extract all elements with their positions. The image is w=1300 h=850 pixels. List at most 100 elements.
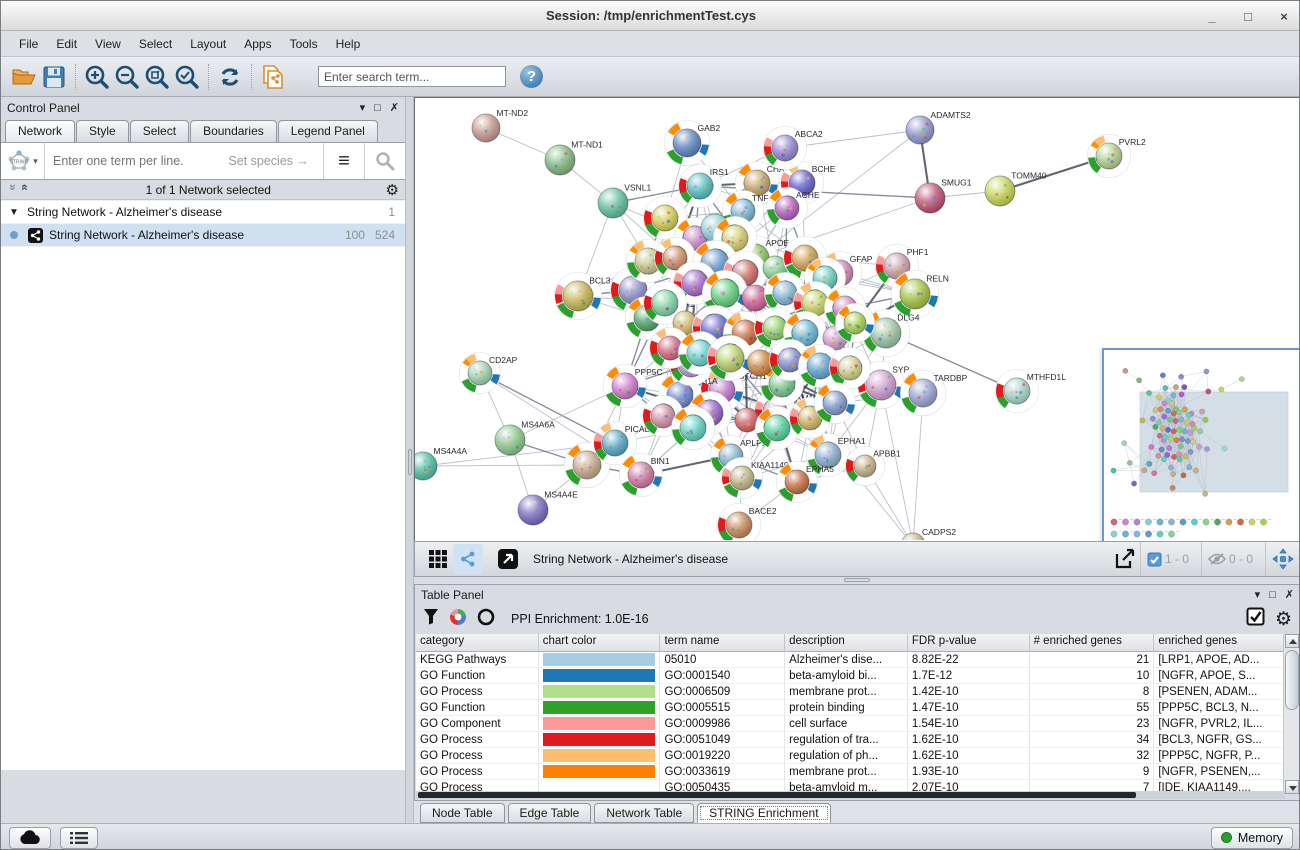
- filter-enrichment-button[interactable]: [423, 608, 439, 630]
- column-header-FDR-p-value[interactable]: FDR p-value: [908, 634, 1030, 652]
- task-history-button[interactable]: [60, 827, 98, 849]
- network-node-MT-ND2[interactable]: MT-ND2: [472, 108, 528, 142]
- network-node-MTHFD1L[interactable]: MTHFD1L: [996, 370, 1067, 413]
- network-node-EPHA5[interactable]: EPHA5: [777, 462, 835, 503]
- network-node-BIN1[interactable]: BIN1: [620, 454, 670, 497]
- help-button[interactable]: ?: [520, 65, 543, 88]
- tab-select[interactable]: Select: [130, 120, 189, 142]
- draw-charts-button[interactable]: [449, 608, 467, 631]
- refresh-button[interactable]: [215, 62, 245, 92]
- tab-node-table[interactable]: Node Table: [420, 803, 505, 823]
- maximize-button[interactable]: □: [1241, 9, 1255, 24]
- scroll-up-button[interactable]: [1285, 634, 1299, 648]
- network-node-ACHE[interactable]: ACHE: [767, 188, 820, 229]
- network-node-CADPS2[interactable]: CADPS2: [901, 527, 956, 540]
- network-nodes[interactable]: MT-ND2MT-ND1VSNL1GAB2ADAMTS2PVRL2TOMM40S…: [415, 108, 1146, 540]
- birdseye-navigator[interactable]: [1102, 348, 1300, 541]
- tab-edge-table[interactable]: Edge Table: [508, 803, 592, 823]
- zoom-in-button[interactable]: [82, 62, 112, 92]
- memory-button[interactable]: Memory: [1211, 827, 1293, 849]
- fit-content-button[interactable]: [1265, 542, 1300, 576]
- menu-apps[interactable]: Apps: [236, 34, 279, 54]
- tab-boundaries[interactable]: Boundaries: [190, 120, 277, 142]
- zoom-fit-button[interactable]: [142, 62, 172, 92]
- network-node-IRS1[interactable]: IRS1: [679, 165, 729, 208]
- enrichment-row[interactable]: KEGG Pathways05010Alzheimer's dise...8.8…: [416, 652, 1285, 668]
- enrichment-row[interactable]: GO FunctionGO:0001540beta-amyloid bi...1…: [416, 668, 1285, 684]
- string-term-input[interactable]: [45, 154, 228, 168]
- network-node[interactable]: [708, 336, 753, 381]
- minimize-button[interactable]: _: [1205, 9, 1219, 24]
- network-node-VSNL1[interactable]: VSNL1: [598, 182, 651, 218]
- panel-float-icon[interactable]: □: [1269, 589, 1276, 601]
- menu-layout[interactable]: Layout: [182, 34, 234, 54]
- panel-close-icon[interactable]: ✗: [390, 101, 399, 114]
- network-node[interactable]: [747, 350, 773, 376]
- network-node[interactable]: [742, 285, 768, 311]
- network-canvas[interactable]: MT-ND2MT-ND1VSNL1GAB2ADAMTS2PVRL2TOMM40S…: [414, 97, 1300, 541]
- network-node-RELN[interactable]: RELN: [892, 271, 949, 318]
- menu-file[interactable]: File: [11, 34, 46, 54]
- tab-style[interactable]: Style: [76, 120, 129, 142]
- tab-network-table[interactable]: Network Table: [594, 803, 694, 823]
- network-node-BCL3[interactable]: BCL3: [555, 273, 611, 320]
- menu-view[interactable]: View: [87, 34, 129, 54]
- enrichment-row[interactable]: GO ProcessGO:0033619membrane prot...1.93…: [416, 764, 1285, 780]
- cloud-tasks-button[interactable]: [9, 827, 51, 849]
- network-node[interactable]: [815, 383, 856, 424]
- menu-edit[interactable]: Edit: [48, 34, 85, 54]
- network-node-ADAMTS2[interactable]: ADAMTS2: [906, 110, 971, 144]
- scroll-thumb[interactable]: [418, 792, 1136, 798]
- table-horizontal-scrollbar[interactable]: [416, 791, 1285, 799]
- scroll-down-button[interactable]: [1285, 780, 1299, 794]
- enrichment-row[interactable]: GO ProcessGO:0006509membrane prot...1.42…: [416, 684, 1285, 700]
- column-header-enriched-genes[interactable]: enriched genes: [1154, 634, 1285, 652]
- tree-expander-icon[interactable]: ▼: [1, 207, 27, 218]
- select-columns-button[interactable]: [1246, 607, 1265, 631]
- network-panel-gear-icon[interactable]: ⚙: [386, 181, 399, 199]
- network-node[interactable]: [672, 407, 715, 450]
- menu-help[interactable]: Help: [328, 34, 369, 54]
- column-header--enriched-genes[interactable]: # enriched genes: [1030, 634, 1155, 652]
- network-node[interactable]: [836, 304, 875, 343]
- column-header-description[interactable]: description: [785, 634, 908, 652]
- set-species-hint[interactable]: Set species →: [228, 154, 323, 168]
- string-options-menu-icon[interactable]: ≡: [324, 150, 364, 173]
- share-view-button[interactable]: [453, 544, 483, 574]
- panel-menu-caret-icon[interactable]: ▾: [360, 101, 366, 114]
- panel-close-icon[interactable]: ✗: [1285, 588, 1294, 601]
- enrichment-row[interactable]: GO ComponentGO:0009986cell surface1.54E-…: [416, 716, 1285, 732]
- enrichment-row[interactable]: GO FunctionGO:0005515protein binding1.47…: [416, 700, 1285, 716]
- panel-splitter-vertical[interactable]: [405, 97, 414, 823]
- network-node-MS4A4E[interactable]: MS4A4E: [518, 489, 578, 525]
- network-node-MT-ND1[interactable]: MT-ND1: [545, 139, 603, 175]
- enrichment-row[interactable]: GO ProcessGO:0051049regulation of tra...…: [416, 732, 1285, 748]
- network-node-GAB2[interactable]: GAB2: [665, 121, 721, 166]
- network-node-TARDBP[interactable]: TARDBP: [901, 371, 968, 416]
- panel-splitter-horizontal[interactable]: [414, 577, 1300, 584]
- enrichment-row[interactable]: GO ProcessGO:0019220regulation of ph...1…: [416, 748, 1285, 764]
- network-collection-row[interactable]: ▼ String Network - Alzheimer's disease 1: [1, 201, 405, 224]
- tab-network[interactable]: Network: [5, 120, 75, 142]
- network-node-MS4A6A[interactable]: MS4A6A: [495, 419, 555, 455]
- table-vertical-scrollbar[interactable]: [1283, 634, 1299, 794]
- column-header-term-name[interactable]: term name: [660, 634, 785, 652]
- network-row-selected[interactable]: String Network - Alzheimer's disease 100…: [1, 224, 405, 247]
- tab-string-enrichment[interactable]: STRING Enrichment: [697, 803, 830, 823]
- search-input[interactable]: [318, 66, 506, 87]
- menu-tools[interactable]: Tools: [282, 34, 326, 54]
- export-network-button[interactable]: [1110, 544, 1140, 574]
- clone-network-button[interactable]: [258, 62, 288, 92]
- string-protein-query-selector[interactable]: STRING ▾: [1, 143, 45, 179]
- zoom-selected-button[interactable]: [172, 62, 202, 92]
- panel-menu-caret-icon[interactable]: ▾: [1255, 588, 1261, 601]
- menu-select[interactable]: Select: [131, 34, 180, 54]
- column-header-chart-color[interactable]: chart color: [539, 634, 661, 652]
- column-header-category[interactable]: category: [416, 634, 539, 652]
- save-session-button[interactable]: [39, 62, 69, 92]
- grid-view-button[interactable]: [423, 544, 453, 574]
- tab-legend-panel[interactable]: Legend Panel: [278, 120, 378, 142]
- open-session-button[interactable]: [9, 62, 39, 92]
- birdseye-toggle-button[interactable]: [493, 544, 523, 574]
- expand-all-icon[interactable]: «: [18, 184, 32, 196]
